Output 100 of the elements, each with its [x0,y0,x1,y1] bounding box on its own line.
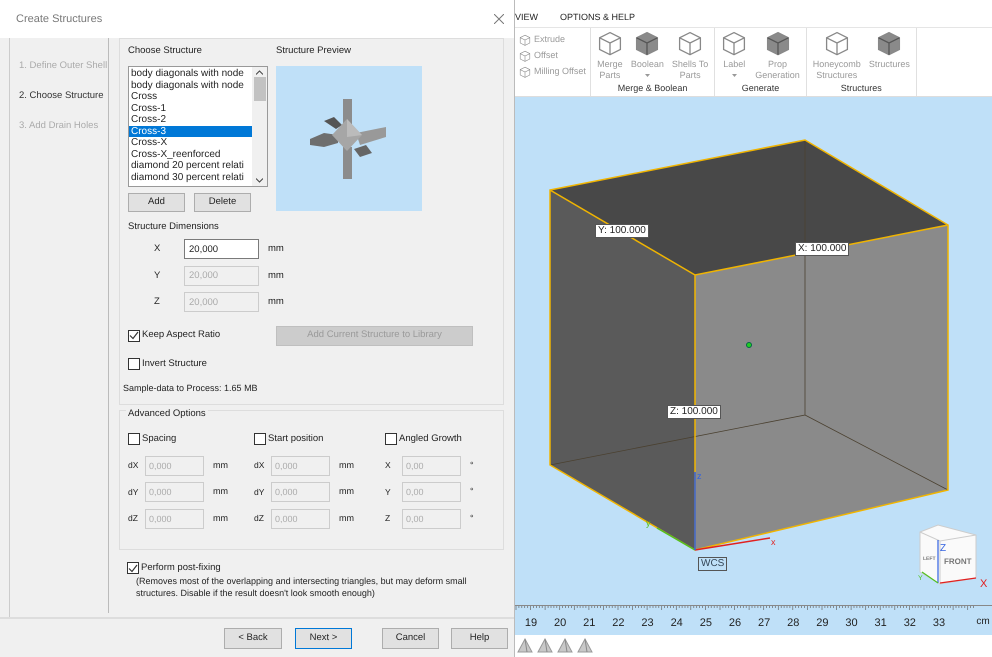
checkbox-label[interactable]: Invert Structure [142,356,207,371]
section-heading: Structure Preview [276,45,352,57]
close-icon[interactable] [494,14,504,24]
sample-data-text: Sample-data to Process: 1.65 MB [123,382,259,395]
list-item[interactable]: Cross-2 [129,114,252,126]
checkbox-label[interactable]: Start position [268,432,324,446]
view-cube-face-label: FRONT [944,557,972,566]
ruler-label: 26 [728,617,742,629]
unit-label: mm [212,512,228,525]
scroll-thumb[interactable] [254,77,266,101]
delete-button[interactable]: Delete [194,193,251,212]
add-button[interactable]: Add [128,193,185,212]
axis-label: Z [940,543,946,554]
ruler-label: 21 [583,617,596,629]
ruler-label: 29 [816,617,829,629]
cube-icon [634,30,660,56]
section-heading: Choose Structure [128,45,203,57]
cube-icon [721,30,748,56]
checkbox-label[interactable]: Keep Aspect Ratio [142,328,220,343]
pyramid-icon[interactable] [517,638,533,654]
cube-icon [596,30,623,56]
dialog-button[interactable]: Cancel [382,628,439,648]
ruler-label: 30 [845,617,858,629]
unit-label: mm [267,268,284,283]
ruler-label: 32 [904,617,916,629]
group-label: Generate [740,82,780,95]
checkbox-label[interactable]: Spacing [142,432,176,446]
ruler-label: 20 [554,617,566,629]
list-item[interactable]: Cross-X_reenforced [129,148,252,160]
unit-label: mm [212,458,228,472]
section-heading: Structure Dimensions [128,221,220,233]
cube-icon [519,34,531,46]
ruler-unit: cm [976,616,990,627]
wcs-label: WCS [698,557,728,571]
ruler-label: 25 [700,617,712,629]
list-item[interactable]: diamond 30 percent relati [129,172,252,183]
list-item[interactable]: body diagonals with node [129,80,252,91]
ruler-label: 24 [670,617,683,629]
pyramid-icon[interactable] [577,638,593,654]
unit-label: ° [469,458,474,472]
cube-icon [519,50,531,62]
dimension-field[interactable]: 20,000 [184,239,259,260]
pyramid-icon[interactable] [557,638,573,654]
checkbox[interactable] [254,433,266,446]
checkbox[interactable] [385,433,397,446]
ruler-label: 22 [612,617,625,629]
unit-label: mm [267,295,284,310]
list-item[interactable]: Cross-X [129,137,252,148]
scroll-up-icon[interactable] [256,70,263,75]
axis-label: X [980,578,988,590]
view-cube-drawing [920,524,976,585]
ruler-label: 28 [787,617,800,629]
checkbox[interactable] [128,433,140,446]
axis-label: Z [153,295,161,310]
window-title: Create Structures [16,12,102,27]
scroll-down-icon[interactable] [256,178,263,183]
axis-label: dY [254,486,266,498]
dimension-label: Y: 100.000 [595,224,649,238]
list-item[interactable]: Cross-3 [129,126,252,137]
checkbox[interactable] [127,562,139,574]
axis-label: dX [128,459,140,472]
list-item[interactable]: diamond 20 percent relati [129,160,252,172]
unit-label: mm [212,485,228,498]
menu-tab[interactable]: VIEW [515,10,538,24]
unit-label: mm [338,485,354,498]
checkbox-label[interactable]: Angled Growth [399,432,462,446]
dialog-button[interactable]: Help [451,628,508,648]
ruler-label: 19 [524,617,538,629]
wizard-step[interactable]: 2. Choose Structure [19,90,108,102]
list-item[interactable]: Cross [129,91,252,102]
dimension-label: X: 100.000 [795,242,850,256]
dialog-button[interactable]: < Back [224,628,282,648]
unit-label: ° [469,512,474,525]
menu-tab[interactable]: OPTIONS & HELP [560,10,636,24]
axis-label: z [697,471,702,481]
ruler-label: 33 [932,617,946,629]
structure-list[interactable]: body diagonals with node body diagonals with node Cross Cross-1 Cross-2 Cross-3 Cross-X Cross-X_reenforced diamond 20 percent relati diamond 30 percent relati [128,66,268,187]
cube-icon [519,66,531,78]
list-item[interactable]: Cross-1 [129,102,252,114]
checkbox-label[interactable]: Perform post-fixing [141,561,221,576]
scrollbar[interactable] [252,67,267,186]
dialog-button[interactable]: Next > [295,628,352,648]
axis-label: y [646,518,650,528]
axis-label: dX [254,459,266,472]
axis-label: X [385,459,392,472]
group-label: Structures [840,82,883,95]
pyramid-icon[interactable] [537,638,553,654]
cube-icon [824,30,850,56]
unit-label: ° [469,485,474,498]
unit-label: mm [338,512,354,525]
list-item[interactable]: body diagonals with node [129,68,252,80]
axis-label: dY [128,486,140,498]
group-label: Merge & Boolean [616,82,688,95]
checkbox[interactable] [128,330,140,342]
ruler-label: 31 [874,617,887,629]
unit-label: mm [267,242,284,256]
axis-label: dZ [128,512,139,525]
ruler-label: 23 [641,617,654,629]
caret-icon [732,74,737,77]
checkbox[interactable] [128,358,140,370]
